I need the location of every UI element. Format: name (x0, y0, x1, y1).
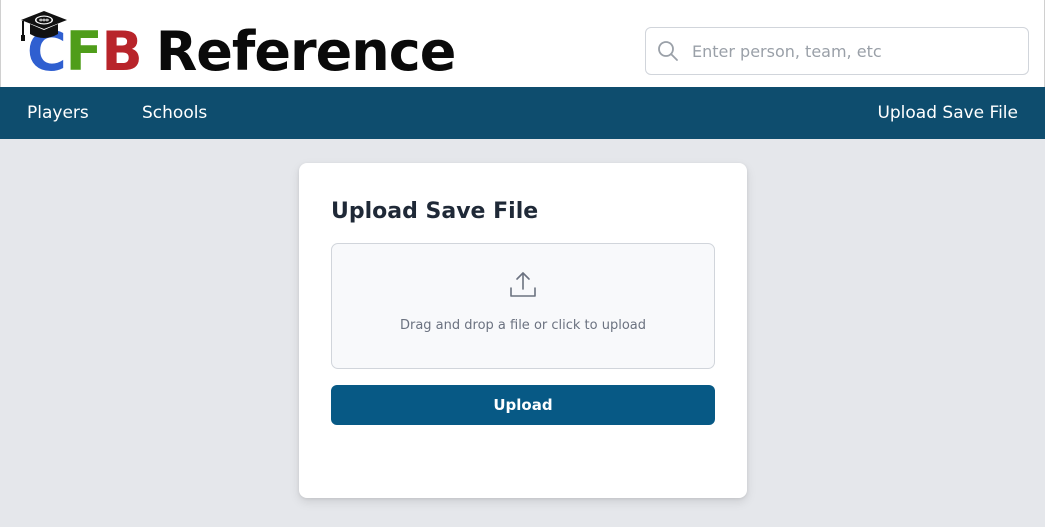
file-dropzone[interactable]: Drag and drop a file or click to upload (331, 243, 715, 369)
nav-item-players[interactable]: Players (27, 87, 89, 139)
upload-button[interactable]: Upload (331, 385, 715, 425)
card-title: Upload Save File (331, 199, 539, 224)
upload-icon (510, 272, 536, 297)
search-icon (658, 41, 678, 61)
site-header: CFB Reference (0, 0, 1045, 87)
logo-letter-f: F (65, 20, 103, 83)
dropzone-text: Drag and drop a file or click to upload (399, 318, 647, 333)
logo-word: Reference (155, 20, 457, 83)
nav-item-upload-save-file[interactable]: Upload Save File (877, 87, 1018, 139)
graduation-cap-football-icon (21, 11, 67, 41)
upload-card: Upload Save File Drag and drop a file or… (299, 163, 747, 498)
main-nav: Players Schools Upload Save File (0, 87, 1045, 139)
search-box[interactable] (645, 27, 1029, 75)
site-logo[interactable]: CFB Reference (17, 8, 517, 83)
logo-text: CFB Reference (27, 20, 457, 83)
logo-letter-b: B (101, 20, 143, 83)
search-input[interactable] (690, 27, 1028, 75)
nav-item-schools[interactable]: Schools (142, 87, 207, 139)
